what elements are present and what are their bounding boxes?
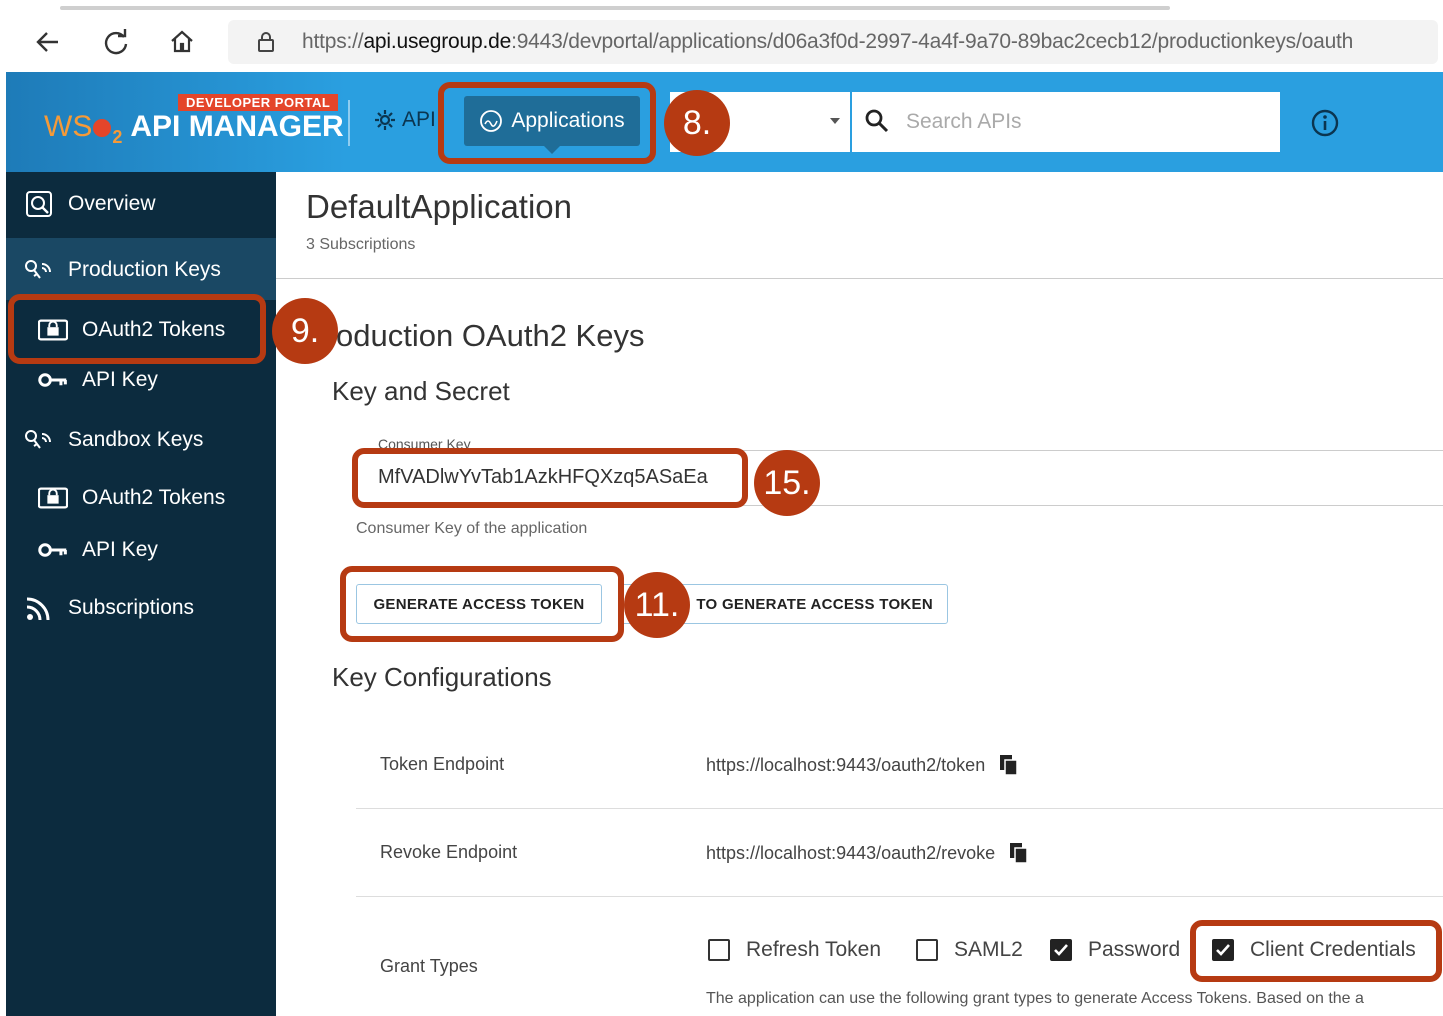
sidebar-item-overview[interactable]: Overview [6, 174, 276, 234]
sidebar-item-sandbox-keys[interactable]: Sandbox Keys [6, 410, 276, 470]
key-configurations-title: Key Configurations [332, 662, 552, 692]
subscription-count: 3 Subscriptions [306, 236, 416, 253]
grant-saml2[interactable]: SAML2 [916, 938, 1023, 962]
step-badge-15: 15. [754, 450, 820, 516]
search-icon [864, 108, 890, 138]
highlight-client-credentials [1190, 920, 1442, 982]
token-endpoint-row: https://localhost:9443/oauth2/token [706, 754, 1019, 776]
sidebar-item-sandbox-api-key[interactable]: API Key [6, 520, 276, 580]
browser-toolbar: https://api.usegroup.de:9443/devportal/a… [0, 0, 1443, 72]
developer-portal-badge: DEVELOPER PORTAL [178, 94, 339, 111]
copy-icon[interactable] [1009, 842, 1029, 864]
grant-password[interactable]: Password [1050, 938, 1180, 962]
overview-icon [24, 190, 54, 218]
highlight-consumer-key [352, 448, 748, 508]
highlight-generate-token [340, 566, 624, 642]
token-endpoint-label: Token Endpoint [380, 754, 505, 774]
reload-icon[interactable] [98, 24, 134, 60]
highlight-applications [438, 82, 656, 164]
revoke-endpoint-value: https://localhost:9443/oauth2/revoke [706, 842, 996, 863]
lock-icon[interactable] [256, 31, 276, 57]
revoke-endpoint-row: https://localhost:9443/oauth2/revoke [706, 842, 1029, 864]
grant-types-help: The application can use the following gr… [706, 990, 1364, 1007]
check-icon [1054, 944, 1068, 956]
token-endpoint-value: https://localhost:9443/oauth2/token [706, 754, 986, 775]
info-icon[interactable] [1310, 108, 1340, 142]
search-input[interactable] [904, 106, 1268, 138]
checkbox-checked[interactable] [1050, 939, 1072, 961]
step-badge-8: 8. [664, 90, 730, 156]
keys-icon [24, 258, 54, 282]
gear-icon [375, 110, 395, 130]
url-text: https://api.usegroup.de:9443/devportal/a… [302, 30, 1354, 53]
token-icon [38, 487, 68, 509]
checkbox-unchecked[interactable] [916, 939, 938, 961]
apis-nav-link[interactable]: API [374, 108, 436, 132]
search-box [852, 92, 1280, 152]
title-divider [276, 278, 1443, 279]
key-secret-title: Key and Secret [332, 376, 510, 406]
highlight-oauth2-tokens [8, 294, 266, 364]
back-icon[interactable] [30, 24, 66, 60]
page-title: DefaultApplication [306, 188, 572, 225]
sidebar-item-production-keys[interactable]: Production Keys [6, 238, 276, 302]
rss-icon [24, 594, 54, 622]
key-icon [38, 371, 68, 389]
checkbox-unchecked[interactable] [708, 939, 730, 961]
copy-icon[interactable] [999, 754, 1019, 776]
chevron-down-icon [830, 118, 840, 124]
sidebar-item-sandbox-oauth2-tokens[interactable]: OAuth2 Tokens [6, 468, 276, 528]
address-bar[interactable]: https://api.usegroup.de:9443/devportal/a… [228, 20, 1438, 64]
home-icon[interactable] [164, 24, 200, 60]
section-title: oduction OAuth2 Keys [336, 318, 645, 353]
sidebar-item-subscriptions[interactable]: Subscriptions [6, 578, 276, 638]
step-badge-9: 9. [272, 298, 338, 364]
step-badge-11: 11. [624, 572, 690, 638]
revoke-endpoint-label: Revoke Endpoint [380, 842, 518, 862]
keys-icon [24, 428, 54, 452]
grant-refresh-token[interactable]: Refresh Token [708, 938, 881, 962]
grant-types-label: Grant Types [380, 956, 478, 976]
key-icon [38, 541, 68, 559]
tab-strip-edge [60, 6, 1170, 10]
wso2-logo[interactable]: WS 2 API MANAGER [44, 110, 344, 148]
consumer-key-help: Consumer Key of the application [356, 520, 588, 537]
